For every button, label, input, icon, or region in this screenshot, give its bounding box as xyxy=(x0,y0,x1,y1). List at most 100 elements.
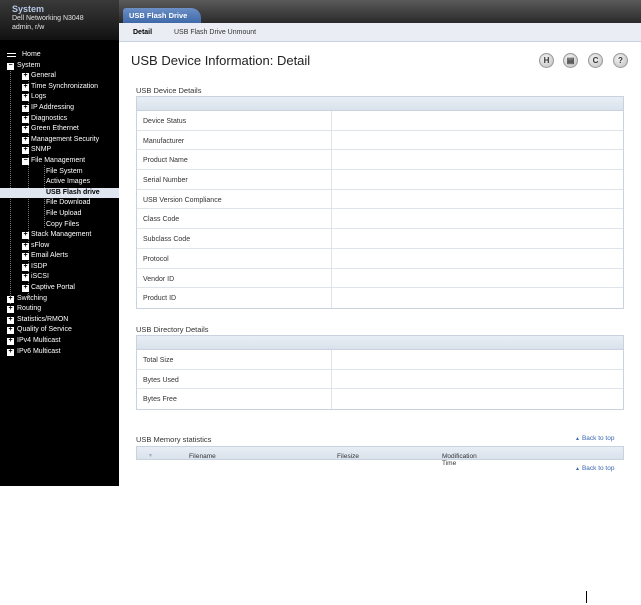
expand-icon[interactable]: + xyxy=(22,72,29,81)
expand-icon[interactable]: + xyxy=(22,125,29,134)
system-header: System Dell Networking N3048 admin, r/w xyxy=(0,0,119,40)
expand-icon[interactable]: + xyxy=(22,252,29,261)
row-value xyxy=(331,170,621,189)
back-to-top-link[interactable]: ▲ Back to top xyxy=(575,465,614,472)
back-to-top-link[interactable]: ▲ Back to top xyxy=(575,435,614,442)
nav-item-logs[interactable]: + Logs xyxy=(0,92,119,103)
nav-item-iscsi[interactable]: + iSCSI xyxy=(0,272,119,283)
row-value xyxy=(331,229,621,248)
nav-item-label: Captive Portal xyxy=(31,284,75,292)
row-value xyxy=(331,288,621,308)
print-icon[interactable]: ▤ xyxy=(563,53,578,68)
device-model: Dell Networking N3048 xyxy=(12,15,84,22)
expand-icon[interactable]: + xyxy=(7,295,14,303)
nav-item-isdp[interactable]: + ISDP xyxy=(0,262,119,273)
expand-icon[interactable]: + xyxy=(22,104,29,112)
row-value xyxy=(331,268,621,288)
nav-item-management-security[interactable]: + Management Security xyxy=(0,135,119,146)
nav-item-file-upload[interactable]: File Upload xyxy=(0,209,119,220)
table-row: Subclass Code xyxy=(137,229,623,249)
refresh-icon[interactable]: C xyxy=(588,53,603,68)
nav-item-snmp[interactable]: + SNMP xyxy=(0,145,119,156)
help-icon[interactable]: ? xyxy=(613,53,628,68)
user-info: admin, r/w xyxy=(12,24,45,31)
device-details-title: USB Device Details xyxy=(136,86,202,95)
nav-item-green-ethernet[interactable]: + Green Ethernet xyxy=(0,124,119,135)
nav-item-quality-of-service[interactable]: + Quality of Service xyxy=(0,325,119,336)
expand-icon[interactable]: + xyxy=(22,93,29,102)
row-label: Serial Number xyxy=(143,177,188,185)
nav-item-email-alerts[interactable]: + Email Alerts xyxy=(0,251,119,262)
row-value xyxy=(331,150,621,170)
nav-item-file-system[interactable]: File System xyxy=(0,167,119,178)
expand-icon[interactable]: + xyxy=(22,146,29,155)
nav-item-file-download[interactable]: File Download xyxy=(0,198,119,209)
nav-item-time-synchronization[interactable]: + Time Synchronization xyxy=(0,82,119,93)
nav-item-label: File Management xyxy=(31,156,86,164)
nav-item-general[interactable]: + General xyxy=(0,71,119,82)
nav-item-routing[interactable]: + Routing xyxy=(0,304,119,315)
expand-icon[interactable]: + xyxy=(7,326,14,335)
nav-item-active-images[interactable]: Active Images xyxy=(0,177,119,188)
expand-icon[interactable]: + xyxy=(22,136,29,144)
row-label: Product Name xyxy=(143,157,188,165)
menu-icon xyxy=(7,53,16,57)
nav-item-label: Home xyxy=(22,51,41,58)
nav-item-label: IPv4 Multicast xyxy=(17,337,61,345)
row-label: Protocol xyxy=(143,255,169,263)
nav-item-label: sFlow xyxy=(31,241,50,249)
row-value xyxy=(331,130,621,150)
nav-item-file-management[interactable]: − File Management xyxy=(0,156,119,167)
expand-icon[interactable]: + xyxy=(7,316,14,324)
nav-item-label: General xyxy=(31,72,56,80)
row-value xyxy=(331,111,621,130)
collapse-icon[interactable]: − xyxy=(22,157,29,165)
expand-icon[interactable]: + xyxy=(7,348,14,356)
table-row: USB Version Compliance xyxy=(137,189,623,210)
table-row: Protocol xyxy=(137,248,623,269)
row-value xyxy=(331,369,621,389)
expand-icon[interactable]: + xyxy=(22,231,29,240)
row-label: Vendor ID xyxy=(143,275,175,283)
table-row: Device Status xyxy=(137,111,623,131)
subtab-detail[interactable]: Detail xyxy=(133,29,152,36)
nav-item-ip-addressing[interactable]: + IP Addressing xyxy=(0,103,119,114)
nav-item-label: Logs xyxy=(31,93,47,101)
expand-icon[interactable]: + xyxy=(22,242,29,250)
nav-item-stack-management[interactable]: + Stack Management xyxy=(0,230,119,241)
subtab-usb-flash-drive-unmount[interactable]: USB Flash Drive Unmount xyxy=(174,29,256,36)
nav-item-sflow[interactable]: + sFlow xyxy=(0,241,119,252)
nav-item-switching[interactable]: + Switching xyxy=(0,294,119,305)
row-value xyxy=(331,248,621,268)
nav-item-captive-portal[interactable]: + Captive Portal xyxy=(0,283,119,294)
nav-item-statistics-rmon[interactable]: + Statistics/RMON xyxy=(0,315,119,326)
nav-item-ipv6-multicast[interactable]: + IPv6 Multicast xyxy=(0,347,119,358)
expand-icon[interactable]: + xyxy=(7,305,14,314)
expand-icon[interactable]: + xyxy=(7,337,14,346)
nav-item-label: Routing xyxy=(17,305,42,313)
row-value xyxy=(331,189,621,209)
expand-icon[interactable]: + xyxy=(22,273,29,282)
expand-icon[interactable]: + xyxy=(22,115,29,123)
page-margin-marker xyxy=(586,591,587,603)
nav-item-copy-files[interactable]: Copy Files xyxy=(0,220,119,231)
save-icon[interactable]: H xyxy=(539,53,554,68)
table-row: Serial Number xyxy=(137,170,623,190)
nav-item-home[interactable]: Home xyxy=(0,50,119,61)
nav-item-ipv4-multicast[interactable]: + IPv4 Multicast xyxy=(0,336,119,347)
row-value xyxy=(331,389,621,410)
back-to-top-label: Back to top xyxy=(581,465,615,472)
row-label: USB Version Compliance xyxy=(143,196,222,204)
nav-item-system[interactable]: − System xyxy=(0,61,119,72)
expand-icon[interactable]: + xyxy=(22,263,29,271)
expand-icon[interactable]: + xyxy=(22,83,29,91)
row-label: Total Size xyxy=(143,357,174,364)
row-label: Bytes Used xyxy=(143,376,179,384)
tab-usb-flash-drive[interactable]: USB Flash Drive xyxy=(123,8,202,23)
table-row: Product Name xyxy=(137,150,623,171)
expand-icon[interactable]: + xyxy=(22,284,29,293)
nav-item-diagnostics[interactable]: + Diagnostics xyxy=(0,114,119,125)
collapse-icon[interactable]: − xyxy=(7,62,14,70)
table-header xyxy=(137,336,623,350)
nav-item-usb-flash-drive[interactable]: USB Flash drive xyxy=(0,187,119,199)
